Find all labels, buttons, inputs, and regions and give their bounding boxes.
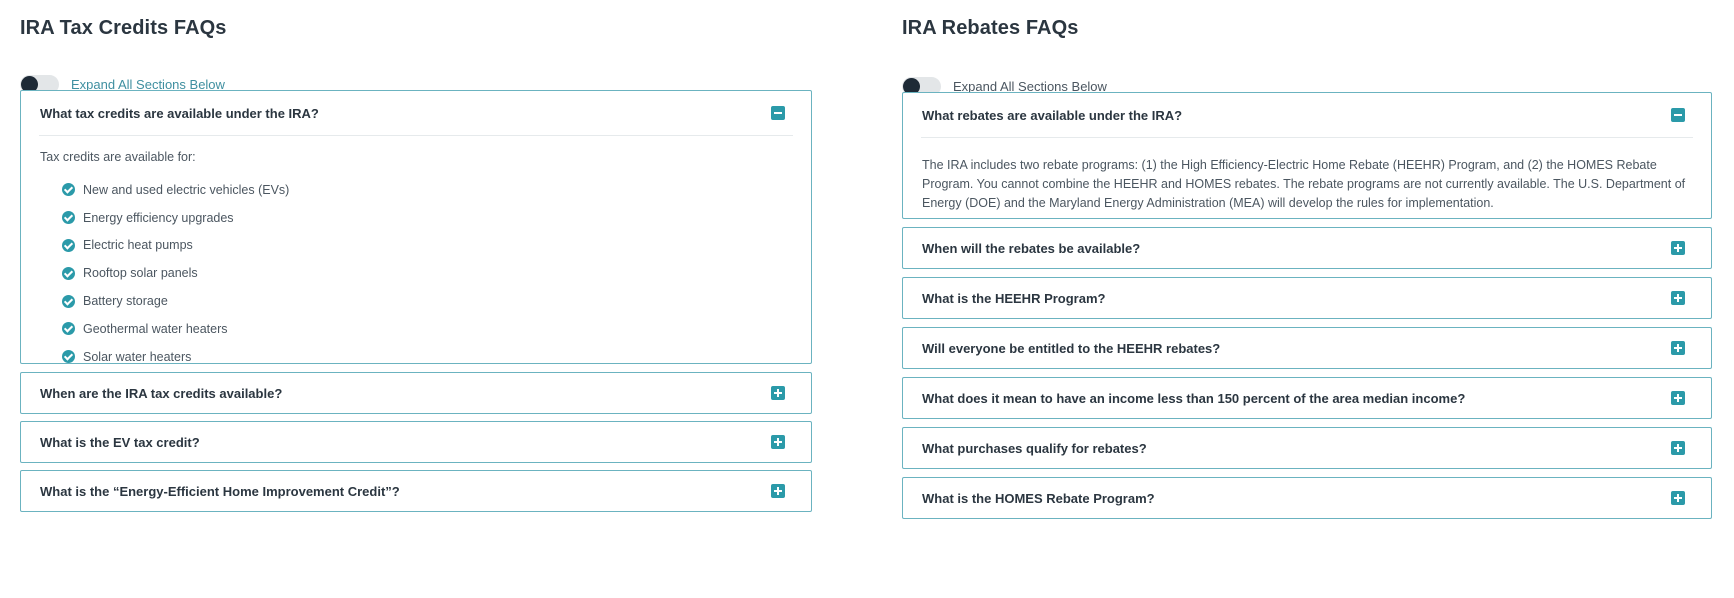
check-circle-icon xyxy=(62,266,75,280)
check-circle-icon xyxy=(62,294,75,308)
faq-question-header[interactable]: What rebates are available under the IRA… xyxy=(903,93,1711,137)
faq-question-header[interactable]: What is the EV tax credit? xyxy=(21,422,811,462)
faq-answer: The IRA includes two rebate programs: (1… xyxy=(903,138,1711,223)
faq-panel[interactable]: What is the HOMES Rebate Program? xyxy=(902,477,1712,519)
check-circle-icon xyxy=(62,322,75,336)
faq-panel[interactable]: What purchases qualify for rebates? xyxy=(902,427,1712,469)
faq-question: What is the HEEHR Program? xyxy=(922,290,1106,306)
faq-panel[interactable]: When will the rebates be available? xyxy=(902,227,1712,269)
minus-square-icon[interactable] xyxy=(1671,108,1685,122)
faq-question-header[interactable]: What is the HOMES Rebate Program? xyxy=(903,478,1711,518)
minus-square-icon[interactable] xyxy=(771,106,785,120)
plus-square-icon[interactable] xyxy=(771,386,785,400)
faq-question: Will everyone be entitled to the HEEHR r… xyxy=(922,340,1221,356)
faq-answer: Tax credits are available for: New and u… xyxy=(21,136,811,381)
list-item-text: Geothermal water heaters xyxy=(83,321,228,336)
plus-square-icon[interactable] xyxy=(771,484,785,498)
plus-square-icon[interactable] xyxy=(1671,291,1685,305)
faq-question: What rebates are available under the IRA… xyxy=(922,107,1183,123)
plus-square-icon[interactable] xyxy=(1671,391,1685,405)
list-item-text: Solar water heaters xyxy=(83,349,192,364)
faq-panel[interactable]: What is the “Energy-Efficient Home Impro… xyxy=(20,470,812,512)
faq-question-header[interactable]: What is the “Energy-Efficient Home Impro… xyxy=(21,471,811,511)
faq-question: What is the HOMES Rebate Program? xyxy=(922,490,1155,506)
list-item: Solar water heaters xyxy=(62,343,792,371)
answer-text: The IRA includes two rebate programs: (1… xyxy=(922,158,1686,210)
list-item: New and used electric vehicles (EVs) xyxy=(62,176,792,204)
list-item-text: Battery storage xyxy=(83,294,168,309)
faq-question: What does it mean to have an income less… xyxy=(922,390,1466,406)
plus-square-icon[interactable] xyxy=(1671,441,1685,455)
faq-question-header[interactable]: What purchases qualify for rebates? xyxy=(903,428,1711,468)
plus-square-icon[interactable] xyxy=(1671,241,1685,255)
faq-question: When will the rebates be available? xyxy=(922,240,1141,256)
faq-question-header[interactable]: What tax credits are available under the… xyxy=(21,91,811,135)
plus-square-icon[interactable] xyxy=(771,435,785,449)
list-item: Battery storage xyxy=(62,287,792,315)
list-item: Geothermal water heaters xyxy=(62,315,792,343)
list-item: Rooftop solar panels xyxy=(62,259,792,287)
faq-question-header[interactable]: What is the HEEHR Program? xyxy=(903,278,1711,318)
check-circle-icon xyxy=(62,238,75,252)
faq-question-header[interactable]: When will the rebates be available? xyxy=(903,228,1711,268)
answer-intro: Tax credits are available for: xyxy=(40,150,196,164)
list-item-text: Rooftop solar panels xyxy=(83,266,198,281)
faq-question: What tax credits are available under the… xyxy=(40,105,319,121)
faq-panel-open: What tax credits are available under the… xyxy=(20,90,812,364)
list-item-text: Electric heat pumps xyxy=(83,238,193,253)
faq-question-header[interactable]: What does it mean to have an income less… xyxy=(903,378,1711,418)
faq-question: What is the EV tax credit? xyxy=(40,434,200,450)
plus-square-icon[interactable] xyxy=(1671,491,1685,505)
plus-square-icon[interactable] xyxy=(1671,341,1685,355)
list-item-text: New and used electric vehicles (EVs) xyxy=(83,182,290,197)
faq-question: What is the “Energy-Efficient Home Impro… xyxy=(40,483,400,499)
check-circle-icon xyxy=(62,350,75,364)
faq-question: What purchases qualify for rebates? xyxy=(922,440,1147,456)
faq-panel[interactable]: What is the EV tax credit? xyxy=(20,421,812,463)
faq-question-header[interactable]: When are the IRA tax credits available? xyxy=(21,373,811,413)
section-title: IRA Rebates FAQs xyxy=(902,17,1079,39)
faq-panel-open: What rebates are available under the IRA… xyxy=(902,92,1712,219)
list-item-text: Energy efficiency upgrades xyxy=(83,210,234,225)
list-item: Electric heat pumps xyxy=(62,232,792,260)
faq-question: When are the IRA tax credits available? xyxy=(40,385,283,401)
tax-credit-list: New and used electric vehicles (EVs) Ene… xyxy=(40,176,792,371)
faq-question-header[interactable]: Will everyone be entitled to the HEEHR r… xyxy=(903,328,1711,368)
check-circle-icon xyxy=(62,183,75,197)
check-circle-icon xyxy=(62,211,75,225)
faq-panel[interactable]: What does it mean to have an income less… xyxy=(902,377,1712,419)
section-title: IRA Tax Credits FAQs xyxy=(20,17,227,39)
faq-panel[interactable]: What is the HEEHR Program? xyxy=(902,277,1712,319)
faq-panel[interactable]: When are the IRA tax credits available? xyxy=(20,372,812,414)
list-item: Energy efficiency upgrades xyxy=(62,204,792,232)
faq-panel[interactable]: Will everyone be entitled to the HEEHR r… xyxy=(902,327,1712,369)
